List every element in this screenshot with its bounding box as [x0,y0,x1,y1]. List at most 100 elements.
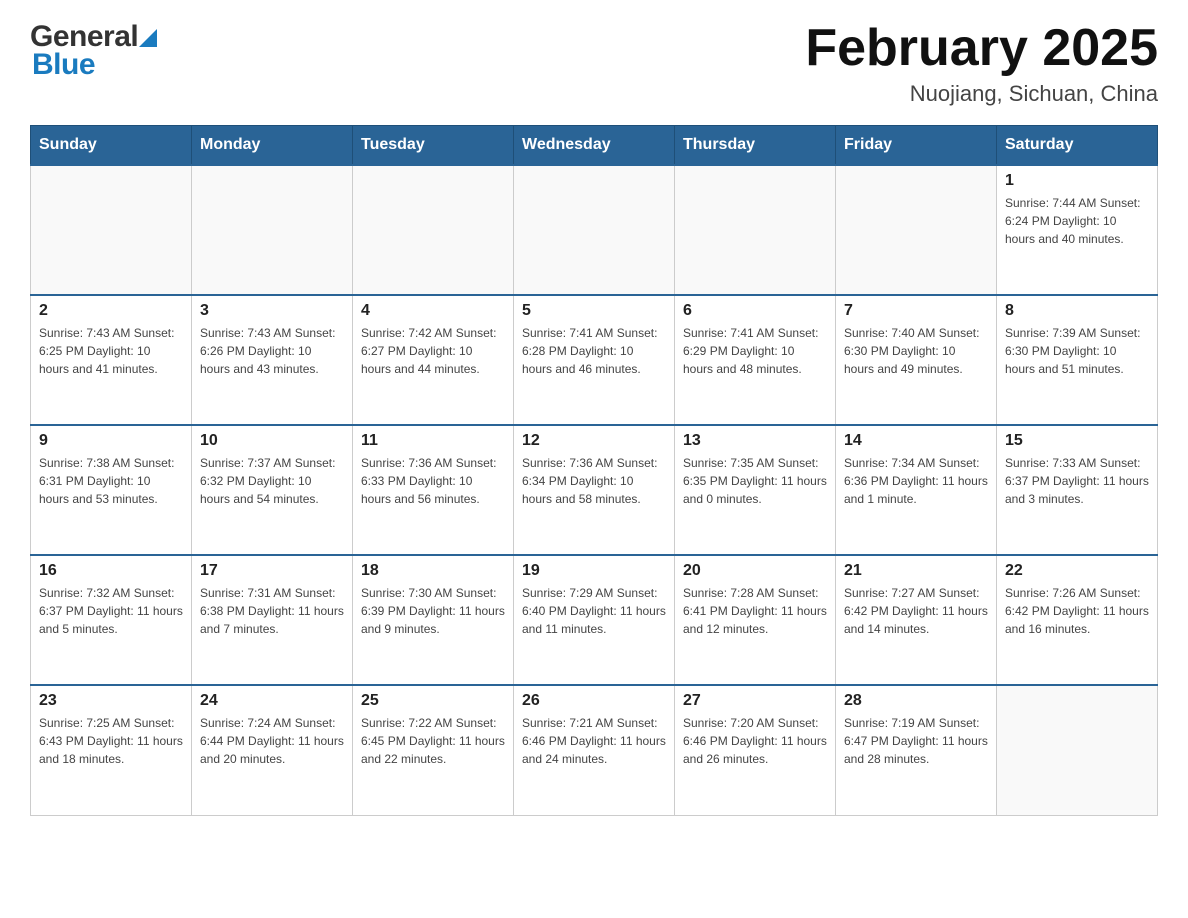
day-number: 9 [39,432,183,450]
day-number: 23 [39,692,183,710]
calendar-cell: 27 Sunrise: 7:20 AM Sunset: 6:46 PM Dayli… [675,685,836,815]
calendar-week-row: 9 Sunrise: 7:38 AM Sunset: 6:31 PM Daylig… [31,425,1158,555]
day-number: 10 [200,432,344,450]
day-info: Sunrise: 7:38 AM Sunset: 6:31 PM Dayligh… [39,454,183,508]
day-number: 4 [361,302,505,320]
calendar-cell [675,165,836,295]
day-number: 25 [361,692,505,710]
calendar-cell [353,165,514,295]
title-area: February 2025 Nuojiang, Sichuan, China [805,20,1158,107]
calendar-cell: 18 Sunrise: 7:30 AM Sunset: 6:39 PM Dayli… [353,555,514,685]
calendar-cell: 22 Sunrise: 7:26 AM Sunset: 6:42 PM Dayli… [997,555,1158,685]
weekday-header-monday: Monday [192,126,353,166]
day-info: Sunrise: 7:36 AM Sunset: 6:33 PM Dayligh… [361,454,505,508]
calendar-week-row: 16 Sunrise: 7:32 AM Sunset: 6:37 PM Dayli… [31,555,1158,685]
day-number: 5 [522,302,666,320]
logo-triangle-icon [139,25,157,47]
calendar-cell [31,165,192,295]
day-number: 7 [844,302,988,320]
calendar-cell: 8 Sunrise: 7:39 AM Sunset: 6:30 PM Daylig… [997,295,1158,425]
day-number: 12 [522,432,666,450]
day-info: Sunrise: 7:41 AM Sunset: 6:28 PM Dayligh… [522,324,666,378]
day-number: 11 [361,432,505,450]
calendar-cell: 9 Sunrise: 7:38 AM Sunset: 6:31 PM Daylig… [31,425,192,555]
calendar-subtitle: Nuojiang, Sichuan, China [805,81,1158,107]
day-number: 26 [522,692,666,710]
calendar-cell: 26 Sunrise: 7:21 AM Sunset: 6:46 PM Dayli… [514,685,675,815]
calendar-cell: 17 Sunrise: 7:31 AM Sunset: 6:38 PM Dayli… [192,555,353,685]
day-info: Sunrise: 7:28 AM Sunset: 6:41 PM Dayligh… [683,584,827,638]
calendar-cell: 11 Sunrise: 7:36 AM Sunset: 6:33 PM Dayli… [353,425,514,555]
day-info: Sunrise: 7:32 AM Sunset: 6:37 PM Dayligh… [39,584,183,638]
day-number: 8 [1005,302,1149,320]
day-number: 6 [683,302,827,320]
calendar-cell: 4Sunrise: 7:42 AM Sunset: 6:27 PM Daylig… [353,295,514,425]
header: General Blue February 2025 Nuojiang, Sic… [30,20,1158,107]
calendar-cell: 19 Sunrise: 7:29 AM Sunset: 6:40 PM Dayli… [514,555,675,685]
weekday-header-saturday: Saturday [997,126,1158,166]
calendar-cell: 14Sunrise: 7:34 AM Sunset: 6:36 PM Dayli… [836,425,997,555]
day-info: Sunrise: 7:26 AM Sunset: 6:42 PM Dayligh… [1005,584,1149,638]
day-info: Sunrise: 7:43 AM Sunset: 6:25 PM Dayligh… [39,324,183,378]
calendar-cell: 10 Sunrise: 7:37 AM Sunset: 6:32 PM Dayli… [192,425,353,555]
day-info: Sunrise: 7:30 AM Sunset: 6:39 PM Dayligh… [361,584,505,638]
calendar-cell: 21Sunrise: 7:27 AM Sunset: 6:42 PM Dayli… [836,555,997,685]
day-number: 22 [1005,562,1149,580]
weekday-header-sunday: Sunday [31,126,192,166]
day-info: Sunrise: 7:24 AM Sunset: 6:44 PM Dayligh… [200,714,344,768]
day-info: Sunrise: 7:33 AM Sunset: 6:37 PM Dayligh… [1005,454,1149,508]
day-number: 18 [361,562,505,580]
day-number: 16 [39,562,183,580]
day-info: Sunrise: 7:36 AM Sunset: 6:34 PM Dayligh… [522,454,666,508]
day-info: Sunrise: 7:37 AM Sunset: 6:32 PM Dayligh… [200,454,344,508]
calendar-cell: 23 Sunrise: 7:25 AM Sunset: 6:43 PM Dayli… [31,685,192,815]
day-info: Sunrise: 7:44 AM Sunset: 6:24 PM Dayligh… [1005,194,1149,248]
day-number: 20 [683,562,827,580]
day-info: Sunrise: 7:21 AM Sunset: 6:46 PM Dayligh… [522,714,666,768]
calendar-cell [997,685,1158,815]
logo-blue-text: Blue [32,48,95,82]
weekday-header-wednesday: Wednesday [514,126,675,166]
day-info: Sunrise: 7:41 AM Sunset: 6:29 PM Dayligh… [683,324,827,378]
calendar-cell: 13 Sunrise: 7:35 AM Sunset: 6:35 PM Dayli… [675,425,836,555]
weekday-header-thursday: Thursday [675,126,836,166]
calendar-week-row: 2Sunrise: 7:43 AM Sunset: 6:25 PM Daylig… [31,295,1158,425]
day-number: 17 [200,562,344,580]
calendar-cell: 5 Sunrise: 7:41 AM Sunset: 6:28 PM Daylig… [514,295,675,425]
calendar-cell: 20 Sunrise: 7:28 AM Sunset: 6:41 PM Dayli… [675,555,836,685]
day-info: Sunrise: 7:39 AM Sunset: 6:30 PM Dayligh… [1005,324,1149,378]
day-number: 28 [844,692,988,710]
day-number: 24 [200,692,344,710]
day-info: Sunrise: 7:35 AM Sunset: 6:35 PM Dayligh… [683,454,827,508]
calendar-cell: 16 Sunrise: 7:32 AM Sunset: 6:37 PM Dayli… [31,555,192,685]
day-info: Sunrise: 7:19 AM Sunset: 6:47 PM Dayligh… [844,714,988,768]
day-number: 3 [200,302,344,320]
logo: General Blue [30,20,157,82]
day-info: Sunrise: 7:20 AM Sunset: 6:46 PM Dayligh… [683,714,827,768]
calendar-cell: 6 Sunrise: 7:41 AM Sunset: 6:29 PM Daylig… [675,295,836,425]
day-number: 19 [522,562,666,580]
day-number: 15 [1005,432,1149,450]
weekday-header-tuesday: Tuesday [353,126,514,166]
weekday-header-friday: Friday [836,126,997,166]
weekday-header-row: SundayMondayTuesdayWednesdayThursdayFrid… [31,126,1158,166]
day-info: Sunrise: 7:22 AM Sunset: 6:45 PM Dayligh… [361,714,505,768]
day-number: 14 [844,432,988,450]
calendar-cell: 3Sunrise: 7:43 AM Sunset: 6:26 PM Daylig… [192,295,353,425]
day-number: 27 [683,692,827,710]
calendar-week-row: 1Sunrise: 7:44 AM Sunset: 6:24 PM Daylig… [31,165,1158,295]
calendar-title: February 2025 [805,20,1158,77]
calendar-cell: 12 Sunrise: 7:36 AM Sunset: 6:34 PM Dayli… [514,425,675,555]
day-info: Sunrise: 7:40 AM Sunset: 6:30 PM Dayligh… [844,324,988,378]
calendar-cell [514,165,675,295]
day-info: Sunrise: 7:29 AM Sunset: 6:40 PM Dayligh… [522,584,666,638]
calendar-cell: 1Sunrise: 7:44 AM Sunset: 6:24 PM Daylig… [997,165,1158,295]
calendar-cell: 24 Sunrise: 7:24 AM Sunset: 6:44 PM Dayli… [192,685,353,815]
calendar-cell: 7 Sunrise: 7:40 AM Sunset: 6:30 PM Daylig… [836,295,997,425]
day-info: Sunrise: 7:31 AM Sunset: 6:38 PM Dayligh… [200,584,344,638]
day-info: Sunrise: 7:25 AM Sunset: 6:43 PM Dayligh… [39,714,183,768]
calendar-cell: 15 Sunrise: 7:33 AM Sunset: 6:37 PM Dayli… [997,425,1158,555]
calendar-cell [192,165,353,295]
day-number: 13 [683,432,827,450]
calendar-cell: 25 Sunrise: 7:22 AM Sunset: 6:45 PM Dayli… [353,685,514,815]
